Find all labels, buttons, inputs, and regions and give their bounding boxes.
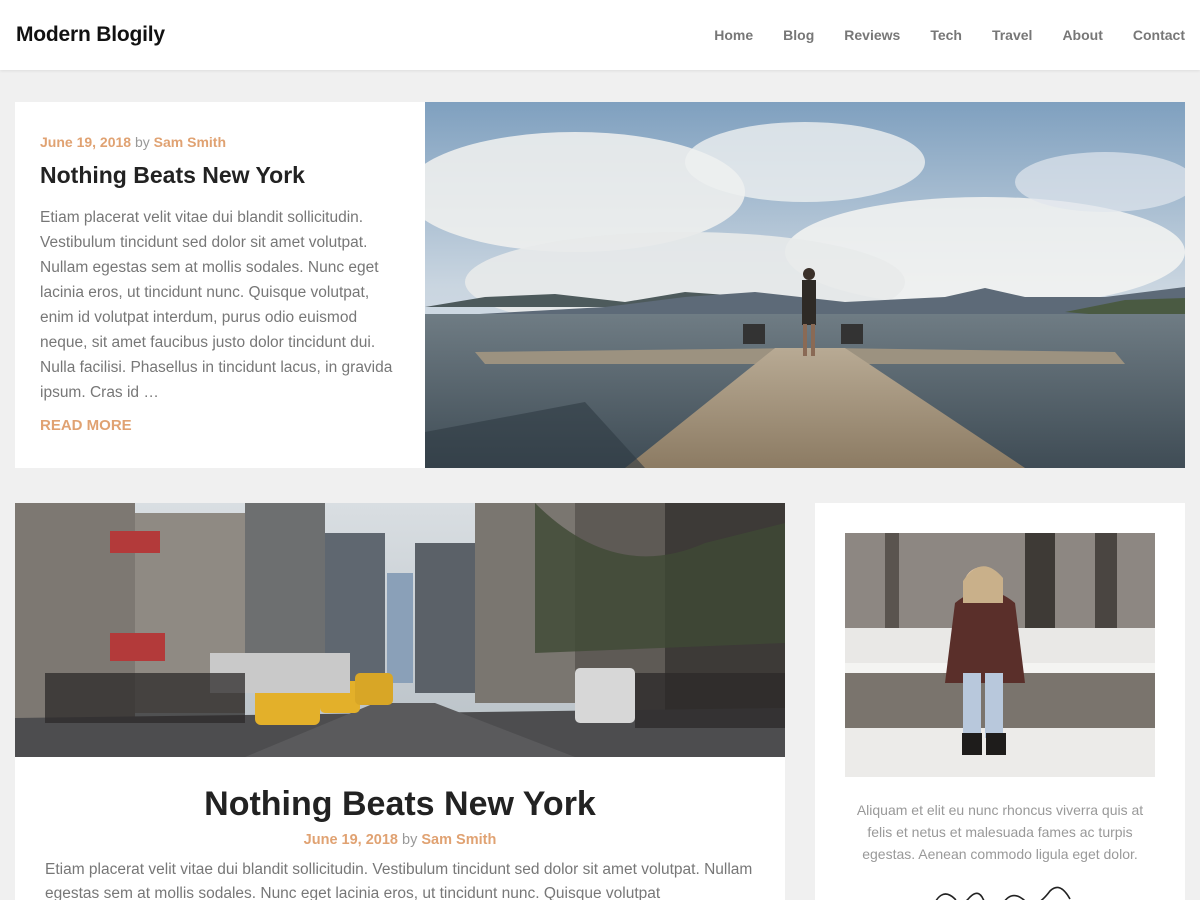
featured-post-image[interactable]	[425, 102, 1185, 468]
post-card: Nothing Beats New York June 19, 2018 by …	[15, 503, 785, 900]
lake-pier-photo	[425, 102, 1185, 468]
nav-about[interactable]: About	[1062, 27, 1102, 43]
featured-post-meta: June 19, 2018 by Sam Smith	[40, 134, 400, 150]
site-header: Modern Blogily Home Blog Reviews Tech Tr…	[0, 0, 1200, 70]
featured-post: June 19, 2018 by Sam Smith Nothing Beats…	[15, 102, 1185, 468]
post-author[interactable]: Sam Smith	[421, 832, 496, 848]
post-author[interactable]: Sam Smith	[154, 134, 226, 150]
post-meta: June 19, 2018 by Sam Smith	[15, 832, 785, 848]
read-more-link[interactable]: READ MORE	[40, 417, 132, 434]
main-nav: Home Blog Reviews Tech Travel About Cont…	[684, 27, 1185, 43]
snow-portrait-photo	[845, 533, 1155, 777]
featured-post-excerpt: Etiam placerat velit vitae dui blandit s…	[40, 209, 393, 402]
city-street-photo	[15, 503, 785, 757]
byline-by: by	[402, 832, 418, 848]
sidebar-about-text: Aliquam et elit eu nunc rhoncus viverra …	[856, 802, 1144, 862]
signature-image	[845, 879, 1155, 900]
featured-post-title[interactable]: Nothing Beats New York	[40, 160, 400, 191]
post-date[interactable]: June 19, 2018	[304, 832, 398, 848]
sidebar-about-widget: Aliquam et elit eu nunc rhoncus viverra …	[815, 503, 1185, 900]
post-title[interactable]: Nothing Beats New York	[15, 785, 785, 824]
featured-post-text: June 19, 2018 by Sam Smith Nothing Beats…	[15, 102, 425, 468]
post-excerpt: Etiam placerat velit vitae dui blandit s…	[45, 861, 753, 900]
handwritten-signature	[935, 886, 1071, 900]
nav-home[interactable]: Home	[714, 27, 753, 43]
site-title[interactable]: Modern Blogily	[16, 23, 165, 47]
nav-tech[interactable]: Tech	[930, 27, 962, 43]
post-date[interactable]: June 19, 2018	[40, 134, 131, 150]
post-image[interactable]	[15, 503, 785, 757]
nav-travel[interactable]: Travel	[992, 27, 1032, 43]
nav-contact[interactable]: Contact	[1133, 27, 1185, 43]
nav-blog[interactable]: Blog	[783, 27, 814, 43]
author-photo	[845, 533, 1155, 777]
nav-reviews[interactable]: Reviews	[844, 27, 900, 43]
byline-by: by	[134, 134, 150, 150]
